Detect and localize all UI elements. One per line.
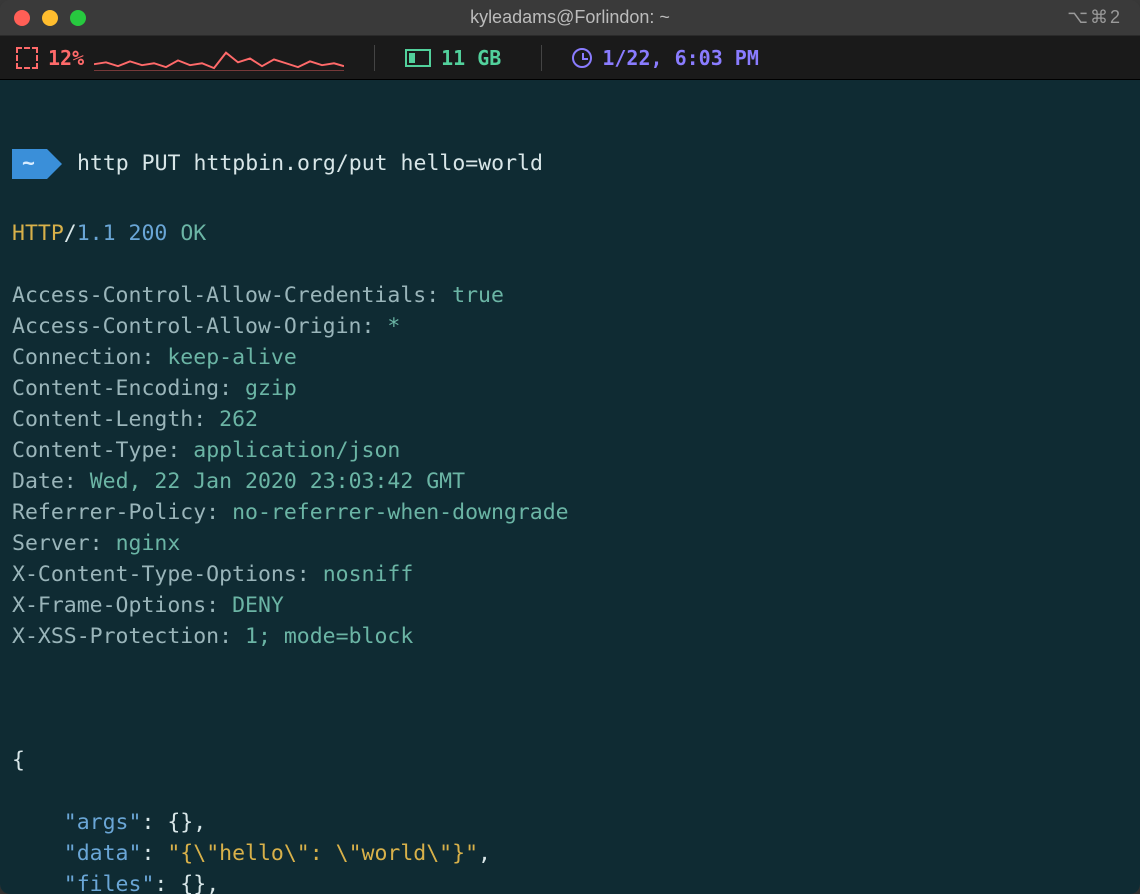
close-button[interactable]: [14, 10, 30, 26]
clock-icon: [572, 48, 592, 68]
prompt-line: ~ http PUT httpbin.org/put hello=world: [12, 148, 1128, 179]
status-bar: 12% 11 GB 1/22, 6:03 PM: [0, 36, 1140, 80]
memory-text: 11 GB: [441, 46, 501, 70]
maximize-button[interactable]: [70, 10, 86, 26]
header-line: X-Frame-Options: DENY: [12, 590, 1128, 621]
terminal-output[interactable]: ~ http PUT httpbin.org/put hello=world H…: [0, 80, 1140, 894]
cpu-icon: [16, 47, 38, 69]
titlebar: kyleadams@Forlindon: ~ ⌥⌘2: [0, 0, 1140, 36]
http-version: 1.1: [77, 221, 116, 246]
header-line: Date: Wed, 22 Jan 2020 23:03:42 GMT: [12, 466, 1128, 497]
response-headers: Access-Control-Allow-Credentials: trueAc…: [12, 280, 1128, 652]
header-line: Access-Control-Allow-Credentials: true: [12, 280, 1128, 311]
http-reason: OK: [180, 221, 206, 246]
blank-line: [12, 683, 1128, 714]
window-shortcut-hint: ⌥⌘2: [1067, 7, 1122, 28]
http-code: 200: [129, 221, 168, 246]
header-line: X-Content-Type-Options: nosniff: [12, 559, 1128, 590]
cpu-status: 12%: [16, 45, 344, 71]
memory-status: 11 GB: [405, 46, 511, 70]
command-text: http PUT httpbin.org/put hello=world: [77, 148, 543, 179]
json-line: "args": {},: [12, 807, 1128, 838]
json-line: "data": "{\"hello\": \"world\"}",: [12, 838, 1128, 869]
header-line: Server: nginx: [12, 528, 1128, 559]
http-proto: HTTP: [12, 221, 64, 246]
cpu-percent: 12%: [48, 46, 84, 70]
clock-status: 1/22, 6:03 PM: [572, 46, 759, 70]
clock-text: 1/22, 6:03 PM: [602, 46, 759, 70]
window-title: kyleadams@Forlindon: ~: [470, 7, 670, 28]
header-line: Referrer-Policy: no-referrer-when-downgr…: [12, 497, 1128, 528]
terminal-window: kyleadams@Forlindon: ~ ⌥⌘2 12% 11 GB 1/2…: [0, 0, 1140, 894]
header-line: Connection: keep-alive: [12, 342, 1128, 373]
traffic-lights: [0, 10, 86, 26]
minimize-button[interactable]: [42, 10, 58, 26]
header-line: Content-Type: application/json: [12, 435, 1128, 466]
memory-icon: [405, 49, 431, 67]
header-line: Content-Encoding: gzip: [12, 373, 1128, 404]
cpu-sparkline: [94, 45, 344, 71]
divider: [374, 45, 375, 71]
json-line: "files": {},: [12, 869, 1128, 894]
prompt-badge: ~: [12, 149, 47, 179]
header-line: X-XSS-Protection: 1; mode=block: [12, 621, 1128, 652]
divider: [541, 45, 542, 71]
json-open-brace: {: [12, 745, 1128, 776]
slash: /: [64, 221, 77, 246]
json-body-top: "args": {}, "data": "{\"hello\": \"world…: [12, 807, 1128, 894]
header-line: Access-Control-Allow-Origin: *: [12, 311, 1128, 342]
header-line: Content-Length: 262: [12, 404, 1128, 435]
http-status-line: HTTP/1.1 200 OK: [12, 218, 1128, 249]
